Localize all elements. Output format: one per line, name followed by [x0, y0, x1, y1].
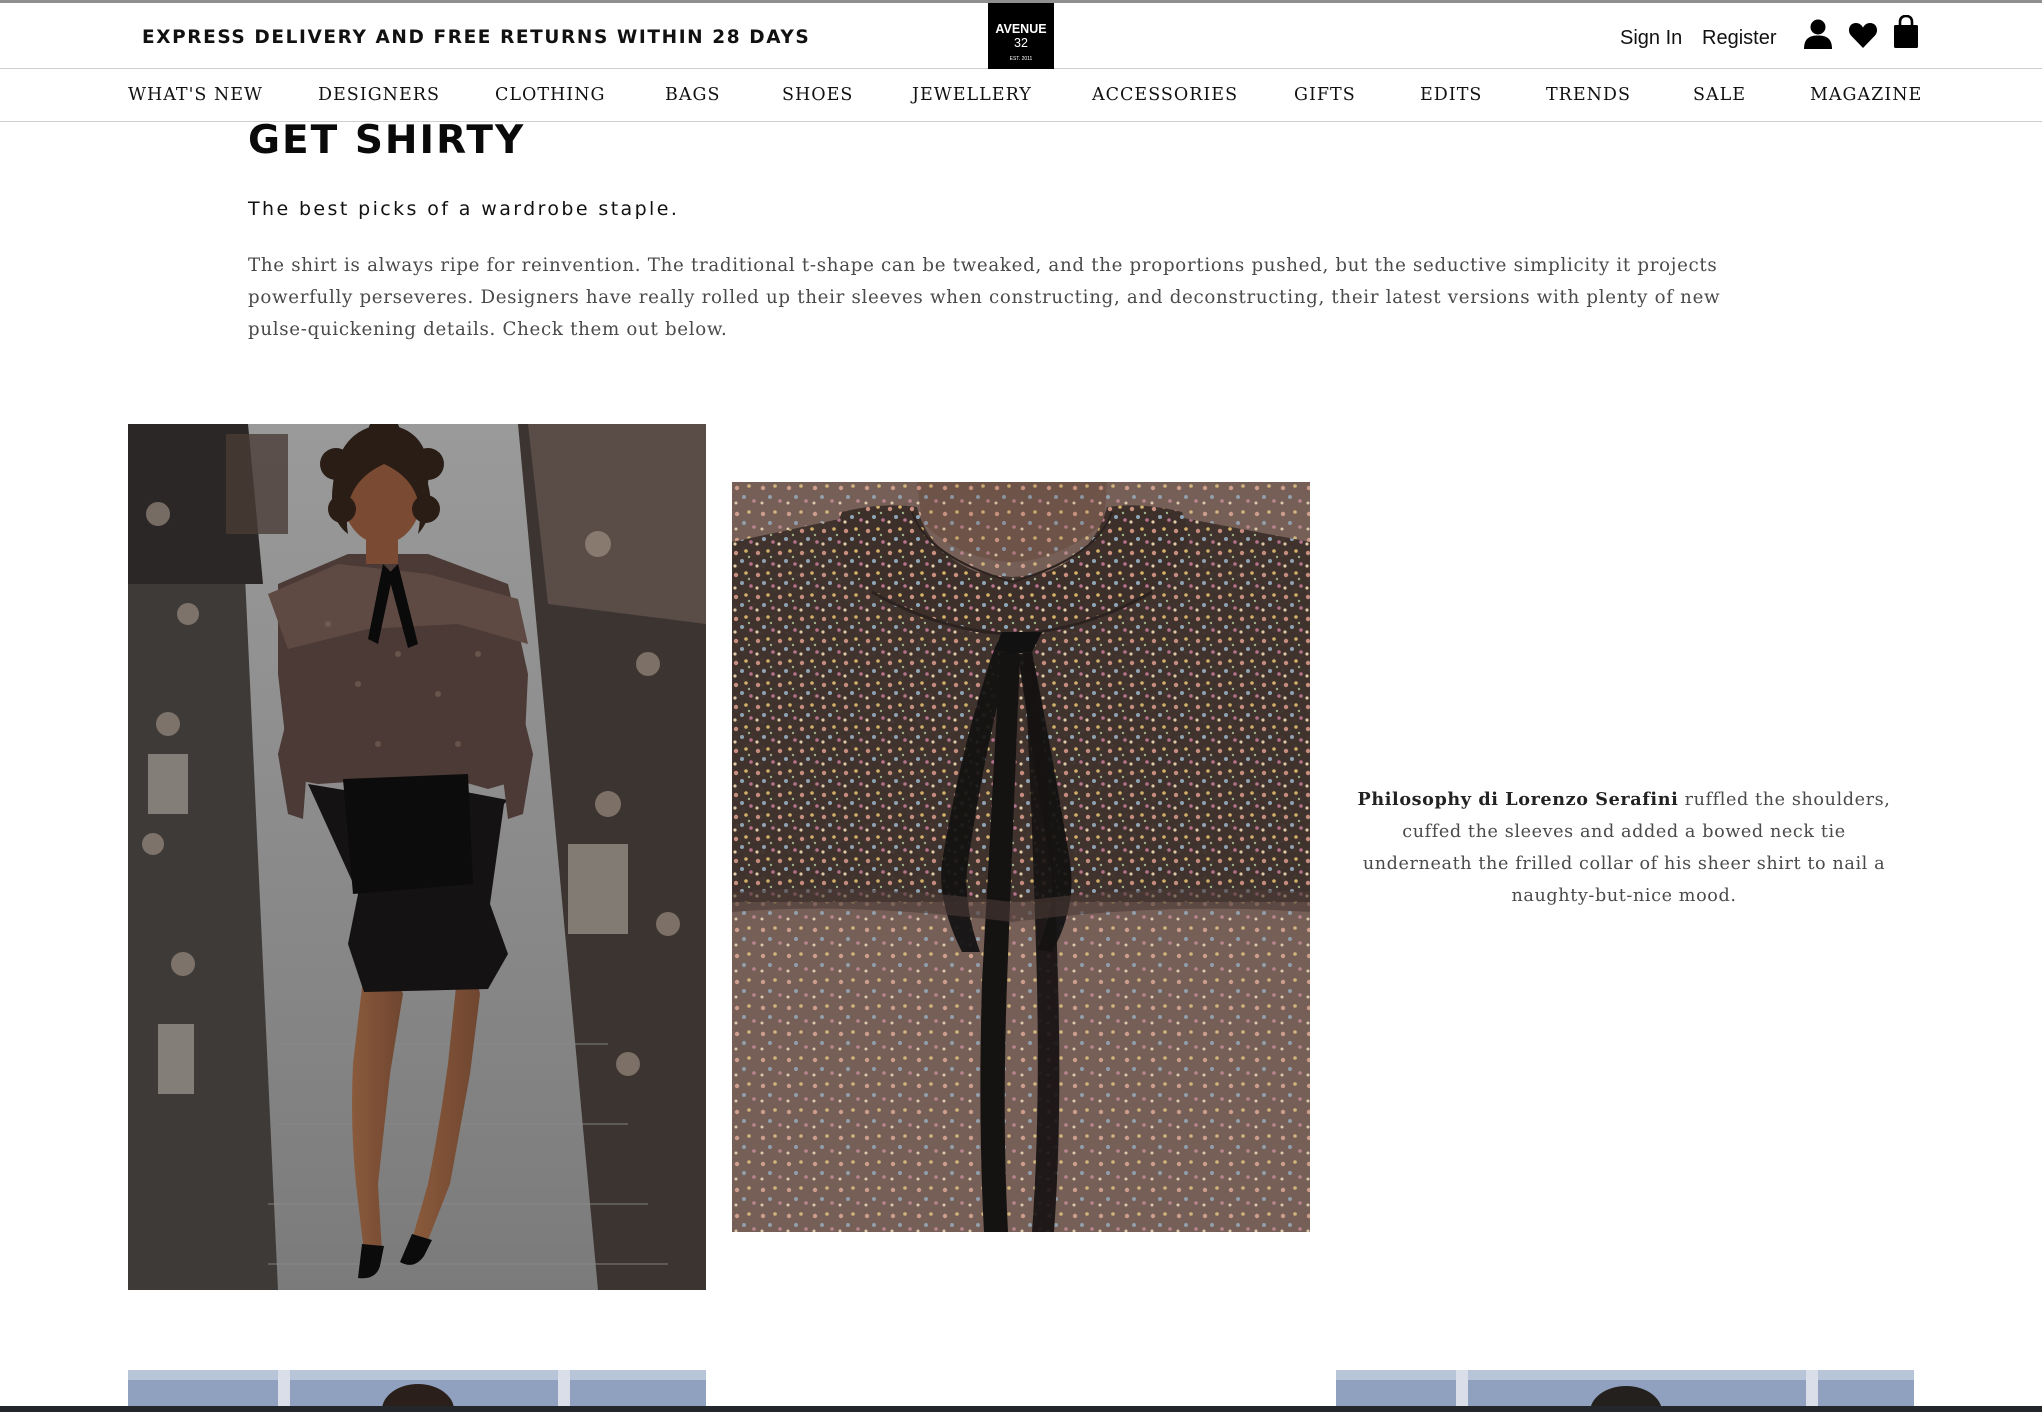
article-intro: The shirt is always ripe for reinvention… — [248, 255, 1721, 340]
nav-jewellery[interactable]: JEWELLERY — [912, 85, 1032, 105]
bottom-edge-bar — [0, 1406, 2042, 1412]
nav-gifts[interactable]: GIFTS — [1294, 85, 1356, 105]
nav-designers[interactable]: DESIGNERS — [318, 85, 440, 105]
nav-trends[interactable]: TRENDS — [1546, 85, 1631, 105]
article-subtitle: The best picks of a wardrobe staple. — [248, 198, 680, 220]
runway-photo[interactable] — [128, 424, 706, 1290]
nav-sale[interactable]: SALE — [1693, 85, 1746, 105]
nav-whats-new[interactable]: WHAT'S NEW — [128, 85, 263, 105]
nav-accessories[interactable]: ACCESSORIES — [1092, 85, 1238, 105]
promo-banner: EXPRESS DELIVERY AND FREE RETURNS WITHIN… — [142, 27, 811, 48]
register-link[interactable]: Register — [1702, 27, 1776, 50]
article-title: GET SHIRTY — [248, 118, 526, 163]
nav-bags[interactable]: BAGS — [665, 85, 720, 105]
nav-shoes[interactable]: SHOES — [782, 85, 853, 105]
nav-magazine[interactable]: MAGAZINE — [1810, 85, 1922, 105]
heart-icon[interactable] — [1848, 21, 1878, 49]
logo-line-2: 32 — [1014, 36, 1028, 50]
sign-in-link[interactable]: Sign In — [1620, 27, 1682, 50]
nav-clothing[interactable]: CLOTHING — [495, 85, 606, 105]
nav-edits[interactable]: EDITS — [1420, 85, 1482, 105]
shirt-closeup-photo[interactable] — [732, 482, 1310, 1232]
feature-caption: Philosophy di Lorenzo Serafini ruffled t… — [1352, 784, 1896, 912]
store-logo[interactable]: AVENUE 32 EST. 2011 — [988, 3, 1054, 69]
designer-name[interactable]: Philosophy di Lorenzo Serafini — [1358, 789, 1679, 810]
logo-line-1: AVENUE — [995, 22, 1047, 36]
shopping-bag-icon[interactable] — [1892, 15, 1920, 49]
logo-line-3: EST. 2011 — [1009, 56, 1033, 62]
top-bar: EXPRESS DELIVERY AND FREE RETURNS WITHIN… — [0, 3, 2042, 69]
main-navigation: WHAT'S NEW DESIGNERS CLOTHING BAGS SHOES… — [0, 70, 2042, 122]
user-icon[interactable] — [1802, 18, 1834, 50]
